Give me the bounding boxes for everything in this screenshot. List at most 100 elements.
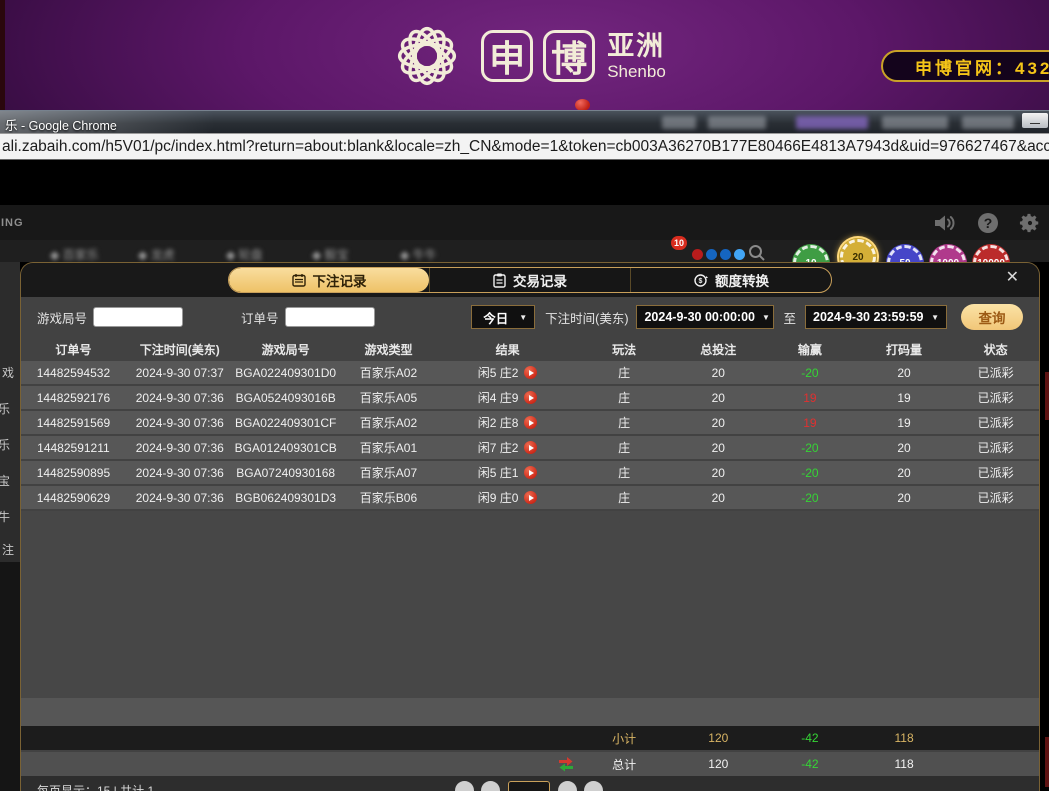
cell-bet-time: 2024-9-30 07:37 [126,366,234,380]
browser-urlbar[interactable]: ali.zabaih.com/h5V01/pc/index.html?retur… [0,133,1049,160]
game-header-bar: ING ? [0,205,1049,240]
table-header-row: 订单号下注时间(美东)游戏局号游戏类型结果玩法总投注输赢打码量状态 [21,337,1039,361]
pagination-prev-button[interactable] [481,781,500,791]
table-row: 14482592176 2024-9-30 07:36 BGA052409301… [21,386,1039,409]
cell-total-bet: 20 [672,366,764,380]
left-menu-fragment: 家乐 [0,400,10,417]
cell-win-loss: 19 [764,416,856,430]
minimize-button[interactable]: — [1022,113,1048,128]
replay-icon[interactable] [524,466,537,479]
cell-game-round: BGA022409301CF [234,416,338,430]
table-row: 14482591211 2024-9-30 07:36 BGA012409301… [21,436,1039,459]
column-header: 下注时间(美东) [126,341,234,358]
bet-records-modal: 下注记录 交易记录 $ 额度转换 ✕ [20,262,1040,791]
pagination-first-button[interactable] [455,781,474,791]
replay-icon[interactable] [524,491,537,504]
order-no-label: 订单号 [241,308,279,327]
cell-bet-time: 2024-9-30 07:36 [126,466,234,480]
cell-game-type: 百家乐B06 [338,489,440,506]
cell-total-bet: 20 [672,391,764,405]
tab-transaction-records[interactable]: 交易记录 [429,268,630,292]
subtotal-row: 小计 120 -42 118 [21,726,1039,750]
tab-credit-transfer[interactable]: $ 额度转换 [630,268,831,292]
subtotal-bet: 120 [672,731,764,745]
start-time-select[interactable]: 2024-9-30 00:00:00▼ [636,305,774,329]
cell-bet-time: 2024-9-30 07:36 [126,441,234,455]
svg-text:$: $ [699,278,703,285]
per-page-text: 每页显示：15 | 共计 1 [37,782,154,791]
cell-turnover: 19 [856,416,953,430]
pagination-page-box[interactable] [508,781,550,791]
browser-titlebar: 乐 - Google Chrome — [0,110,1049,133]
flower-logo-icon [383,12,471,100]
black-strip [0,160,1049,205]
bet-table: 订单号下注时间(美东)游戏局号游戏类型结果玩法总投注输赢打码量状态 144825… [21,337,1039,791]
window-title: 乐 - Google Chrome [5,115,117,134]
column-header: 玩法 [576,341,673,358]
url-text[interactable]: ali.zabaih.com/h5V01/pc/index.html?retur… [0,138,1049,156]
speaker-icon[interactable] [933,212,957,234]
help-icon[interactable]: ? [978,213,998,233]
site-banner: 申 博 亚洲 Shenbo 申博官网：432 [0,0,1049,110]
cell-turnover: 20 [856,366,953,380]
cell-status: 已派彩 [952,389,1039,406]
blurred-game-nav-item: ◆ 百家乐 [50,246,99,263]
table-row: 14482590629 2024-9-30 07:36 BGB062409301… [21,486,1039,509]
left-menu-fragment: 牛牛 [0,508,10,525]
cell-game-type: 百家乐A02 [338,364,440,381]
replay-icon[interactable] [524,441,537,454]
gear-icon[interactable] [1019,212,1041,234]
blurred-game-nav-item: ◆ 轮盘 [226,246,263,263]
table-row: 14482594532 2024-9-30 07:37 BGA022409301… [21,361,1039,384]
total-winloss: -42 [764,757,856,771]
column-header: 游戏局号 [234,341,338,358]
total-bet: 120 [672,757,764,771]
cell-total-bet: 20 [672,416,764,430]
left-menu-fragment: 戏 [2,364,14,381]
blurred-menu-item [882,116,948,129]
cell-total-bet: 20 [672,466,764,480]
subtotal-turnover: 118 [856,731,953,745]
game-round-label: 游戏局号 [37,308,87,327]
total-turnover: 118 [856,757,953,771]
refresh-swap-icon[interactable] [558,757,574,772]
left-menu-strip-lower [0,562,20,791]
pagination-next-button[interactable] [558,781,577,791]
cell-game-round: BGA0524093016B [234,391,338,405]
column-header: 订单号 [21,341,126,358]
magnifier-icon[interactable] [748,244,766,262]
cell-turnover: 20 [856,441,953,455]
replay-icon[interactable] [524,416,537,429]
cell-game-type: 百家乐A05 [338,389,440,406]
to-label: 至 [783,308,796,327]
column-header: 输赢 [764,341,856,358]
table-empty-area [21,511,1039,698]
site-logo: 申 博 亚洲 Shenbo [383,12,666,100]
order-no-input[interactable] [285,307,375,327]
search-button[interactable]: 查询 [961,304,1023,330]
cell-order-no: 14482590895 [21,466,126,480]
left-menu-fragment: 注 [2,541,14,558]
replay-icon[interactable] [524,391,537,404]
cell-game-type: 百家乐A01 [338,439,440,456]
game-round-input[interactable] [93,307,183,327]
close-icon[interactable]: ✕ [1006,270,1019,286]
end-time-select[interactable]: 2024-9-30 23:59:59▼ [805,305,947,329]
total-label: 总计 [576,756,673,773]
cell-status: 已派彩 [952,464,1039,481]
cell-win-loss: -20 [764,366,856,380]
cell-game-round: BGB062409301D3 [234,491,338,505]
date-range-select[interactable]: 今日▼ [471,305,535,329]
blurred-game-nav-item: ◆ 骰宝 [312,246,349,263]
cell-total-bet: 20 [672,491,764,505]
tab-bet-records[interactable]: 下注记录 [229,268,429,292]
cell-order-no: 14482592176 [21,391,126,405]
column-header: 打码量 [856,341,953,358]
pagination-last-button[interactable] [584,781,603,791]
table-empty-band [21,698,1039,726]
right-edge-sliver [1045,737,1049,787]
cell-play-type: 庄 [576,389,673,406]
column-header: 游戏类型 [338,341,440,358]
official-site-pill[interactable]: 申博官网：432 [881,50,1049,82]
replay-icon[interactable] [524,366,537,379]
